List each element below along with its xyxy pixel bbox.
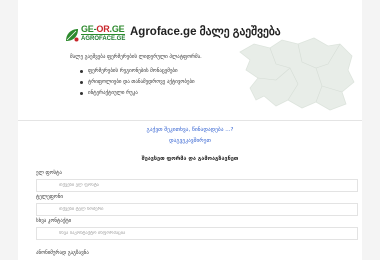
- other-contact-field[interactable]: [36, 227, 358, 240]
- header: GE-OR.GE AGROFACE.GE Agroface.ge მალე გა…: [18, 0, 362, 120]
- contact-link[interactable]: დაგვეკავშირეთ: [18, 136, 362, 147]
- anonymous-send-label: ანონიმურად გაგზავნა: [36, 250, 89, 256]
- feature-item: ინტერაქტიული რუკა: [80, 88, 195, 99]
- logo-subtext: AGROFACE.GE: [81, 34, 126, 42]
- form-heading: შეავსეთ ფორმა და გამოაგზავნეთ: [141, 156, 239, 162]
- feature-item-label: ფერმერების რეგიონების მონაცემები: [88, 68, 178, 74]
- logo-wordmark: GE-OR.GE: [81, 24, 125, 34]
- phone-field[interactable]: [36, 203, 358, 216]
- feature-item: ტრიფოლიები და თანამედროვე აქტივობები: [80, 77, 195, 88]
- feature-item-label: ინტერაქტიული რუკა: [88, 90, 138, 96]
- email-field[interactable]: [36, 179, 358, 192]
- page: GE-OR.GE AGROFACE.GE Agroface.ge მალე გა…: [18, 0, 362, 260]
- logo-text-or: OR: [96, 24, 110, 34]
- other-contact-label: სხვა კონტაქტი: [36, 218, 72, 224]
- email-label: ელ ფოსტა: [36, 170, 62, 176]
- intro-text: მალე გაეშვება ფერმერების ლიდერული პლატფო…: [70, 54, 202, 60]
- site-logo[interactable]: GE-OR.GE AGROFACE.GE: [64, 22, 126, 46]
- bullet-icon: [80, 70, 83, 73]
- bullet-icon: [80, 92, 83, 95]
- logo-text-ge-suffix: .GE: [109, 24, 125, 34]
- contact-prompt-question: გაქვთ შეკითხვა, წინადადება ...?: [146, 127, 234, 133]
- feature-list: ფერმერების რეგიონების მონაცემები ტრიფოლი…: [80, 66, 195, 99]
- georgia-map-image: [239, 37, 355, 111]
- logo-text-ge: GE: [81, 24, 94, 34]
- phone-label: ტელეფონი: [36, 194, 63, 200]
- section-divider: [18, 120, 362, 121]
- leaf-icon: [66, 29, 79, 42]
- bullet-icon: [80, 81, 83, 84]
- feature-item-label: ტრიფოლიები და თანამედროვე აქტივობები: [88, 79, 195, 85]
- contact-prompt: გაქვთ შეკითხვა, წინადადება ...? დაგვეკავ…: [18, 125, 362, 147]
- feature-item: ფერმერების რეგიონების მონაცემები: [80, 66, 195, 77]
- site-title: Agroface.ge მალე გაეშვება: [130, 26, 281, 38]
